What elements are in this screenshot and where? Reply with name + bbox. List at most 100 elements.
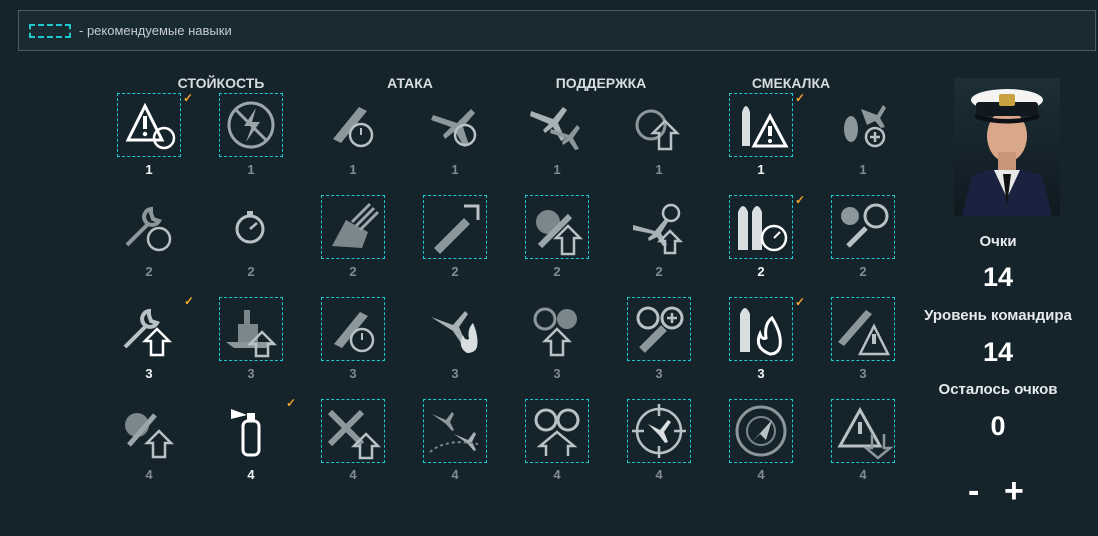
skill-cost: 2 bbox=[451, 264, 459, 279]
skill-cell[interactable] bbox=[627, 93, 691, 157]
battleship-arrow-icon bbox=[220, 298, 282, 360]
extinguisher-icon bbox=[219, 399, 283, 461]
skill-cost: 4 bbox=[859, 467, 867, 482]
skill-cell[interactable] bbox=[525, 297, 589, 361]
skill-cost: 3 bbox=[859, 366, 867, 381]
plane-timer-icon bbox=[423, 93, 487, 155]
cross-arrow-icon bbox=[322, 400, 384, 462]
skill-cell[interactable] bbox=[423, 93, 487, 157]
skill-cell[interactable] bbox=[627, 399, 691, 463]
skill-cell[interactable] bbox=[525, 399, 589, 463]
skill-cell[interactable] bbox=[117, 399, 181, 463]
remaining-points-label: Осталось очков bbox=[938, 381, 1058, 398]
skill-cell[interactable] bbox=[627, 195, 691, 259]
skill-cell[interactable] bbox=[219, 93, 283, 157]
skill-cost: 2 bbox=[349, 264, 357, 279]
skill-cost: 2 bbox=[145, 264, 153, 279]
skill-cost: 2 bbox=[757, 264, 765, 279]
torpedo-warning-icon bbox=[832, 298, 894, 360]
skill-cell[interactable] bbox=[321, 195, 385, 259]
skill-cost: 3 bbox=[145, 366, 153, 381]
skill-cost: 1 bbox=[757, 162, 765, 177]
ships-timer-icon bbox=[730, 196, 792, 258]
skill-cell[interactable] bbox=[321, 399, 385, 463]
skill-cost: 3 bbox=[757, 366, 765, 381]
selected-check-icon: ✓ bbox=[183, 294, 194, 308]
skill-cost: 4 bbox=[451, 467, 459, 482]
radar-icon bbox=[730, 400, 792, 462]
skill-cell[interactable] bbox=[219, 195, 283, 259]
skill-cell[interactable]: ✓ bbox=[729, 194, 805, 259]
skill-cost: 3 bbox=[655, 366, 663, 381]
selected-check-icon: ✓ bbox=[794, 193, 805, 207]
skill-cost: 4 bbox=[145, 467, 153, 482]
wrench-timer-icon bbox=[117, 195, 181, 257]
skill-cost: 1 bbox=[859, 162, 867, 177]
heal-plus-icon bbox=[628, 298, 690, 360]
decrease-level-button[interactable]: - bbox=[968, 474, 979, 508]
skill-cell[interactable] bbox=[423, 399, 487, 463]
skill-cost: 3 bbox=[553, 366, 561, 381]
torpedo-timer-icon bbox=[322, 298, 384, 360]
crosshair-plane-icon bbox=[628, 400, 690, 462]
skill-cell[interactable] bbox=[423, 297, 487, 361]
skill-cell[interactable]: ✓ bbox=[729, 296, 805, 361]
skill-cell[interactable] bbox=[831, 399, 895, 463]
selected-check-icon: ✓ bbox=[182, 91, 193, 105]
skill-cell[interactable] bbox=[321, 93, 385, 157]
skill-cell[interactable] bbox=[219, 297, 283, 361]
no-lightning-icon bbox=[220, 94, 282, 156]
skill-cost: 2 bbox=[553, 264, 561, 279]
skill-cost: 4 bbox=[757, 467, 765, 482]
skill-cell[interactable]: ✓ bbox=[117, 92, 193, 157]
skill-cost: 3 bbox=[349, 366, 357, 381]
column-header-wit: СМЕКАЛКА bbox=[751, 75, 831, 91]
points-value: 14 bbox=[982, 262, 1014, 292]
remaining-points-value: 0 bbox=[990, 411, 1006, 441]
commander-level-label: Уровень командира bbox=[924, 307, 1072, 324]
skill-cell[interactable] bbox=[729, 399, 793, 463]
skill-cost: 4 bbox=[247, 467, 255, 482]
skill-cell[interactable] bbox=[525, 93, 589, 157]
selected-check-icon: ✓ bbox=[285, 396, 296, 410]
skill-cost: 4 bbox=[655, 467, 663, 482]
skill-cell[interactable] bbox=[321, 297, 385, 361]
ship-warning-icon bbox=[730, 94, 792, 156]
torpedo-timer-icon bbox=[321, 93, 385, 155]
aa-double-arrow-icon bbox=[526, 400, 588, 462]
stopwatch-icon bbox=[219, 195, 283, 257]
increase-level-button[interactable]: + bbox=[1004, 474, 1024, 508]
skill-cell[interactable] bbox=[831, 195, 895, 259]
skill-cost: 1 bbox=[451, 162, 459, 177]
points-label: Очки bbox=[979, 233, 1017, 250]
skill-cost: 4 bbox=[553, 467, 561, 482]
skill-cost: 1 bbox=[145, 162, 153, 177]
skill-cell[interactable] bbox=[117, 195, 181, 259]
skill-cost: 2 bbox=[655, 264, 663, 279]
aa-arrow-icon bbox=[525, 297, 589, 359]
skill-cell[interactable] bbox=[831, 93, 895, 157]
skill-cell[interactable] bbox=[831, 297, 895, 361]
skill-cost: 1 bbox=[349, 162, 357, 177]
plane-fire-icon bbox=[423, 297, 487, 359]
legend-text: - рекомендуемые навыки bbox=[79, 23, 232, 38]
selected-check-icon: ✓ bbox=[794, 295, 805, 309]
skill-cell[interactable] bbox=[525, 195, 589, 259]
skill-cell[interactable]: ✓ bbox=[117, 295, 194, 361]
legend-bar: - рекомендуемые навыки bbox=[18, 10, 1096, 51]
skill-cost: 3 bbox=[451, 366, 459, 381]
warning-down-icon bbox=[832, 400, 894, 462]
column-header-attack: АТАКА bbox=[387, 75, 433, 91]
skill-cost: 2 bbox=[859, 264, 867, 279]
shells-arrow-icon bbox=[117, 399, 181, 461]
skill-cell[interactable]: ✓ bbox=[219, 397, 296, 463]
skill-cost: 3 bbox=[247, 366, 255, 381]
planes-map-icon bbox=[424, 400, 486, 462]
wheel-wrench-icon bbox=[832, 196, 894, 258]
column-header-support: ПОДДЕРЖКА bbox=[555, 75, 647, 91]
skill-cost: 1 bbox=[553, 162, 561, 177]
skill-cell[interactable]: ✓ bbox=[729, 92, 805, 157]
commander-portrait bbox=[954, 78, 1060, 216]
skill-cell[interactable] bbox=[627, 297, 691, 361]
skill-cell[interactable] bbox=[423, 195, 487, 259]
